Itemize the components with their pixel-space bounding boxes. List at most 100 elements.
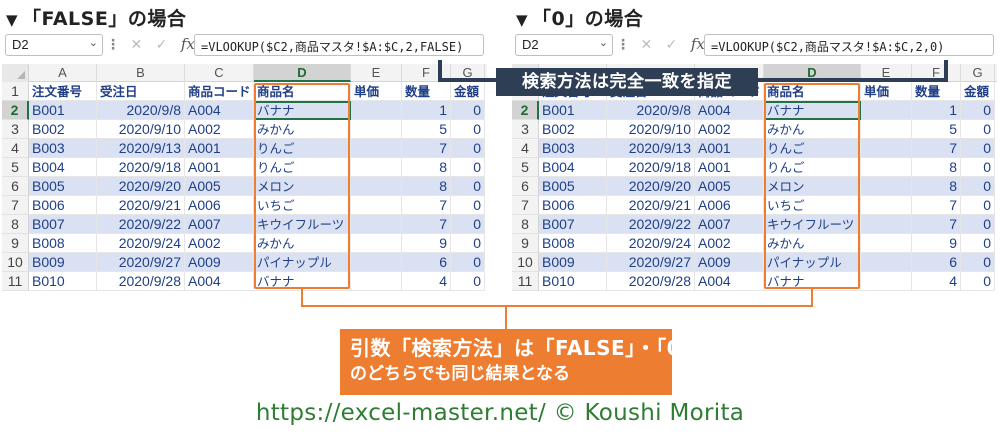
table-cell[interactable]: 2020/9/13 xyxy=(97,139,185,158)
table-cell[interactable] xyxy=(351,215,402,234)
table-cell[interactable]: 8 xyxy=(912,177,961,196)
table-cell[interactable]: 7 xyxy=(912,215,961,234)
table-cell[interactable]: 2020/9/21 xyxy=(607,196,695,215)
table-cell[interactable]: 9 xyxy=(402,234,451,253)
row-header-2[interactable]: 2 xyxy=(2,101,29,120)
table-cell[interactable]: 2020/9/10 xyxy=(97,120,185,139)
row-header-9[interactable]: 9 xyxy=(512,234,539,253)
header-cell[interactable]: 単価 xyxy=(861,82,912,101)
table-cell[interactable]: 2020/9/20 xyxy=(607,177,695,196)
header-cell[interactable]: 数量 xyxy=(402,82,451,101)
table-cell[interactable]: メロン xyxy=(764,177,861,196)
table-cell[interactable]: A009 xyxy=(185,253,254,272)
table-cell[interactable]: 2020/9/8 xyxy=(97,101,185,120)
table-cell[interactable]: B007 xyxy=(539,215,607,234)
table-cell[interactable]: 1 xyxy=(402,101,451,120)
table-cell[interactable]: 6 xyxy=(912,253,961,272)
table-cell[interactable]: B002 xyxy=(29,120,97,139)
table-cell[interactable]: 7 xyxy=(402,196,451,215)
table-cell[interactable]: メロン xyxy=(254,177,351,196)
table-cell[interactable]: 2020/9/10 xyxy=(607,120,695,139)
table-cell[interactable]: 2020/9/27 xyxy=(97,253,185,272)
table-cell[interactable]: キウイフルーツ xyxy=(254,215,351,234)
table-cell[interactable]: B002 xyxy=(539,120,607,139)
table-cell[interactable]: B006 xyxy=(29,196,97,215)
table-cell[interactable] xyxy=(351,120,402,139)
table-cell[interactable]: 0 xyxy=(961,139,995,158)
table-cell[interactable]: 0 xyxy=(961,196,995,215)
table-cell[interactable] xyxy=(861,158,912,177)
table-cell[interactable]: A001 xyxy=(185,158,254,177)
table-cell[interactable]: B008 xyxy=(539,234,607,253)
table-cell[interactable]: A009 xyxy=(695,253,764,272)
table-cell[interactable]: 8 xyxy=(402,158,451,177)
table-cell[interactable]: パイナップル xyxy=(764,253,861,272)
header-cell[interactable]: 金額 xyxy=(451,82,485,101)
table-cell[interactable] xyxy=(861,215,912,234)
table-cell[interactable]: B009 xyxy=(539,253,607,272)
row-header-10[interactable]: 10 xyxy=(512,253,539,272)
chevron-down-icon[interactable]: ⌄ xyxy=(89,36,98,49)
table-cell[interactable]: A002 xyxy=(185,234,254,253)
table-cell[interactable] xyxy=(861,101,912,120)
table-cell[interactable]: B003 xyxy=(539,139,607,158)
table-cell[interactable]: 0 xyxy=(451,215,485,234)
header-cell[interactable]: 金額 xyxy=(961,82,995,101)
row-header-8[interactable]: 8 xyxy=(512,215,539,234)
chevron-down-icon[interactable]: ⌄ xyxy=(599,36,608,49)
table-cell[interactable]: A005 xyxy=(185,177,254,196)
row-header-7[interactable]: 7 xyxy=(2,196,29,215)
table-cell[interactable]: 0 xyxy=(961,272,995,291)
table-cell[interactable]: A002 xyxy=(695,234,764,253)
table-cell[interactable]: B010 xyxy=(29,272,97,291)
table-cell[interactable]: 0 xyxy=(961,234,995,253)
row-header-9[interactable]: 9 xyxy=(2,234,29,253)
table-cell[interactable] xyxy=(861,139,912,158)
table-cell[interactable] xyxy=(351,196,402,215)
table-cell[interactable]: 7 xyxy=(402,139,451,158)
table-cell[interactable] xyxy=(351,272,402,291)
table-cell[interactable]: キウイフルーツ xyxy=(764,215,861,234)
table-cell[interactable]: 2020/9/13 xyxy=(607,139,695,158)
table-cell[interactable]: 6 xyxy=(402,253,451,272)
table-cell[interactable]: B006 xyxy=(539,196,607,215)
more-options-icon[interactable]: ⋮ xyxy=(616,37,630,53)
table-cell[interactable]: バナナ xyxy=(764,101,861,120)
table-cell[interactable]: りんご xyxy=(764,158,861,177)
header-cell[interactable]: 注文番号 xyxy=(29,82,97,101)
header-cell[interactable]: 受注日 xyxy=(97,82,185,101)
insert-function-icon[interactable]: fx xyxy=(691,35,705,53)
table-cell[interactable] xyxy=(351,158,402,177)
table-cell[interactable]: 2020/9/24 xyxy=(607,234,695,253)
row-header-5[interactable]: 5 xyxy=(2,158,29,177)
row-header-11[interactable]: 11 xyxy=(2,272,29,291)
table-cell[interactable]: 0 xyxy=(961,253,995,272)
table-cell[interactable]: A002 xyxy=(185,120,254,139)
row-header-10[interactable]: 10 xyxy=(2,253,29,272)
table-cell[interactable]: 7 xyxy=(912,196,961,215)
table-cell[interactable]: りんご xyxy=(764,139,861,158)
table-cell[interactable]: 0 xyxy=(451,120,485,139)
table-cell[interactable]: 0 xyxy=(451,234,485,253)
row-header-4[interactable]: 4 xyxy=(2,139,29,158)
table-cell[interactable] xyxy=(351,177,402,196)
table-cell[interactable]: 2020/9/22 xyxy=(97,215,185,234)
column-header-a[interactable]: A xyxy=(29,64,97,82)
row-header-4[interactable]: 4 xyxy=(512,139,539,158)
table-cell[interactable]: 0 xyxy=(451,196,485,215)
table-cell[interactable]: 2020/9/24 xyxy=(97,234,185,253)
table-cell[interactable]: りんご xyxy=(254,139,351,158)
table-cell[interactable]: 2020/9/28 xyxy=(97,272,185,291)
select-all-corner[interactable] xyxy=(2,64,29,82)
table-cell[interactable]: 4 xyxy=(402,272,451,291)
table-cell[interactable]: 0 xyxy=(961,177,995,196)
table-cell[interactable]: いちご xyxy=(764,196,861,215)
table-cell[interactable]: B010 xyxy=(539,272,607,291)
cancel-icon[interactable]: ✕ xyxy=(130,37,142,53)
table-cell[interactable]: パイナップル xyxy=(254,253,351,272)
column-header-g[interactable]: G xyxy=(961,64,995,82)
name-box[interactable]: D2 ⌄ xyxy=(5,34,103,56)
table-cell[interactable]: 5 xyxy=(402,120,451,139)
table-cell[interactable]: 7 xyxy=(402,215,451,234)
table-cell[interactable]: A004 xyxy=(185,101,254,120)
